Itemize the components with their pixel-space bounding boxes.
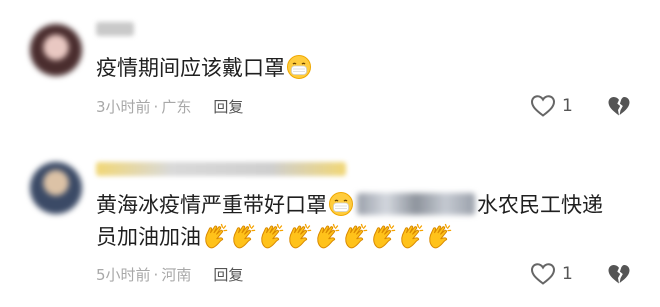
comment-text-content: 疫情期间应该戴口罩: [96, 56, 285, 80]
heart-outline-icon: [530, 95, 556, 117]
clap-emoji-icon: [202, 223, 228, 249]
avatar[interactable]: [30, 162, 82, 214]
dislike-button[interactable]: [607, 263, 631, 289]
comment-text-part1: 黄海冰疫情严重带好口罩: [96, 193, 327, 217]
heart-outline-icon: [530, 263, 556, 285]
avatar[interactable]: [30, 24, 82, 76]
broken-heart-icon: [608, 265, 630, 284]
mask-emoji-icon: [286, 54, 312, 80]
clap-emoji-icon: [398, 223, 424, 249]
comment-item: 黄海冰疫情严重带好口罩 水农民工快递员加油加油 5小时前 · 河南 回复 1: [0, 140, 660, 307]
comment-time: 3小时前: [96, 98, 151, 116]
clap-emoji-icon: [230, 223, 256, 249]
comment-text: 黄海冰疫情严重带好口罩 水农民工快递员加油加油: [96, 189, 616, 253]
comment-meta: 5小时前 · 河南 回复: [96, 264, 243, 285]
meta-separator: ·: [153, 98, 159, 116]
dislike-button[interactable]: [607, 95, 631, 121]
clap-emoji-icon: [286, 223, 312, 249]
comment-location: 河南: [161, 266, 192, 284]
like-count: 1: [562, 96, 573, 116]
clap-emoji-icon: [370, 223, 396, 249]
comment-meta: 3小时前 · 广东 回复: [96, 96, 243, 117]
comment-location: 广东: [161, 98, 192, 116]
clap-emoji-icon: [258, 223, 284, 249]
comment-text: 疫情期间应该戴口罩: [96, 52, 313, 84]
like-button[interactable]: 1: [530, 94, 573, 118]
blurred-text: [357, 193, 475, 215]
reply-button[interactable]: 回复: [213, 266, 243, 284]
clap-emoji-icon: [342, 223, 368, 249]
username-blurred[interactable]: [96, 162, 346, 176]
username-blurred[interactable]: [96, 22, 134, 36]
clap-emoji-icon: [314, 223, 340, 249]
like-button[interactable]: 1: [530, 262, 573, 286]
comment-time: 5小时前: [96, 266, 151, 284]
clap-emoji-icon: [426, 223, 452, 249]
broken-heart-icon: [608, 97, 630, 116]
comment-item: 疫情期间应该戴口罩 3小时前 · 广东 回复 1: [0, 0, 660, 140]
clap-emoji-group: [201, 223, 453, 249]
reply-button[interactable]: 回复: [213, 98, 243, 116]
meta-separator: ·: [153, 266, 159, 284]
mask-emoji-icon: [328, 191, 354, 217]
like-count: 1: [562, 264, 573, 284]
